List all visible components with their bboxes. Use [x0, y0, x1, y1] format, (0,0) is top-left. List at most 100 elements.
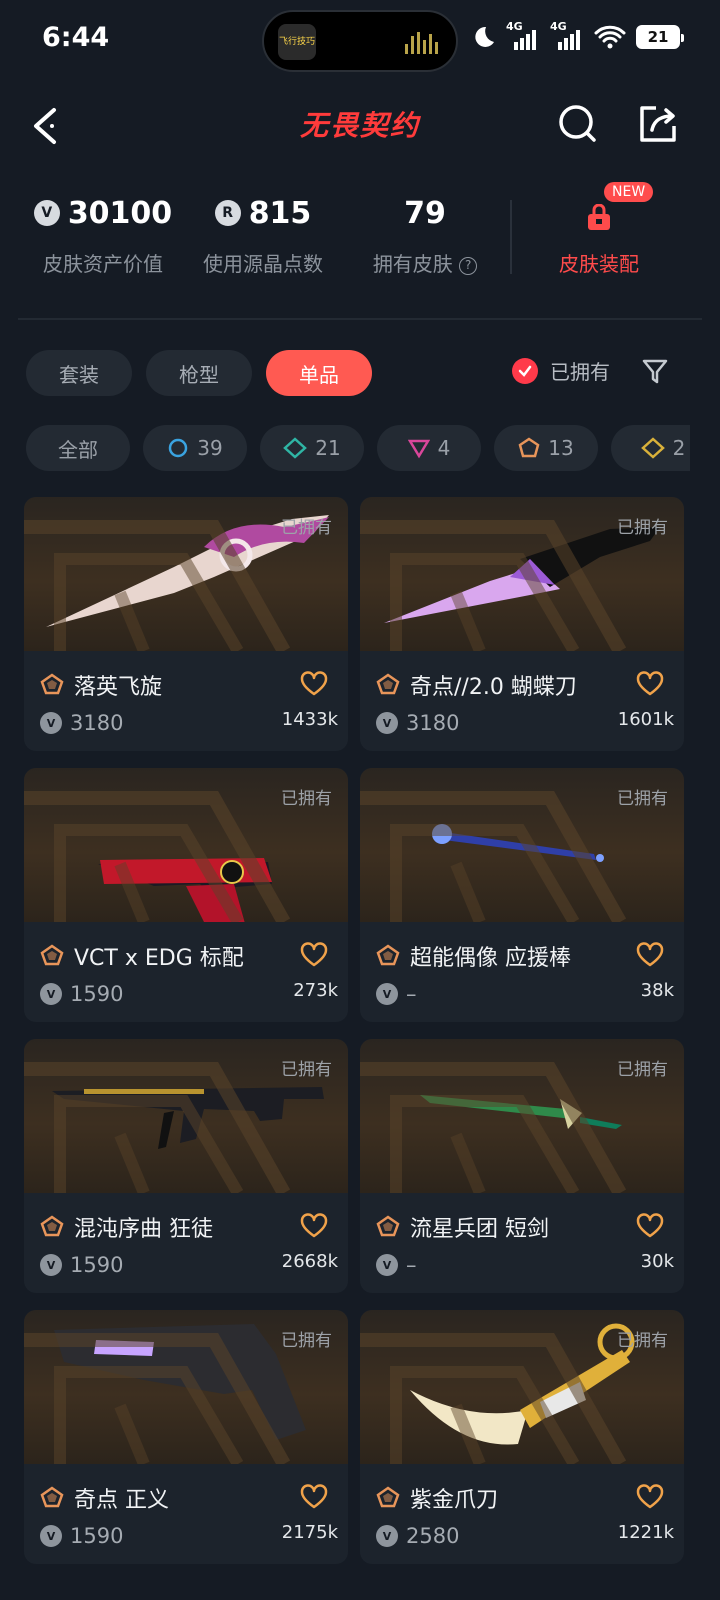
owned-tag: 已拥有	[617, 518, 668, 538]
page-title: 无畏契约	[299, 109, 420, 142]
heart-icon[interactable]	[300, 671, 328, 697]
skin-price: V 1590	[40, 1253, 123, 1277]
checkbox-checked-icon	[512, 357, 538, 384]
wifi-icon	[594, 25, 626, 49]
exclusive-tier-icon	[376, 1215, 400, 1237]
tab-bundle[interactable]: 套装	[26, 350, 132, 396]
chip-exclusive-tier[interactable]: 13	[494, 425, 598, 471]
like-count: 2175k	[281, 1522, 338, 1543]
exclusive-tier-icon	[40, 1215, 64, 1237]
owned-skins-stat[interactable]: 79 拥有皮肤 ?	[340, 190, 510, 277]
stats-bar: V 30100 皮肤资产价值 R 815 使用源晶点数 79 拥有皮肤 ? NEW …	[0, 182, 720, 300]
valorant-points-icon: V	[376, 712, 398, 734]
filter-icon[interactable]	[640, 356, 670, 386]
heart-icon[interactable]	[300, 1213, 328, 1239]
owned-tag: 已拥有	[617, 1331, 668, 1351]
valorant-points-icon: V	[33, 200, 60, 226]
valorant-points-icon: V	[376, 1525, 398, 1547]
owned-tag: 已拥有	[617, 1060, 668, 1080]
like-count: 1221k	[617, 1522, 674, 1543]
audio-bars-icon	[405, 32, 438, 54]
tier-filter-chips: 全部 39 21 4 13 2	[26, 425, 690, 471]
moon-icon	[475, 26, 494, 47]
premium-tier-icon	[407, 439, 430, 459]
skin-name: 超能偶像 应援棒	[410, 946, 571, 971]
skin-price: V –	[376, 1253, 417, 1277]
chip-ultra-tier[interactable]: 2	[611, 425, 690, 471]
chip-premium-tier[interactable]: 4	[377, 425, 481, 471]
island-app-icon: 飞行技巧	[278, 24, 316, 60]
cell-signal-icon-2: 4G	[550, 20, 584, 52]
skin-card[interactable]: 已拥有奇点 正义 V 1590 2175k	[24, 1310, 348, 1564]
chip-select-tier[interactable]: 39	[143, 425, 247, 471]
owned-tag: 已拥有	[281, 518, 332, 538]
skin-name: 落英飞旋	[74, 675, 163, 700]
skin-card[interactable]: 已拥有 奇点//2.0 蝴蝶刀 V 3180 1601k	[360, 497, 684, 751]
new-badge: NEW	[604, 182, 654, 202]
like-count: 1433k	[281, 709, 338, 730]
skin-name: 混沌序曲 狂徒	[74, 1217, 213, 1242]
help-icon[interactable]: ?	[459, 256, 478, 275]
exclusive-tier-icon	[376, 944, 400, 966]
heart-icon[interactable]	[636, 1213, 664, 1239]
chip-all[interactable]: 全部	[26, 425, 130, 471]
skin-name: 流星兵团 短剑	[410, 1217, 549, 1242]
ultra-tier-icon	[640, 437, 665, 459]
app-header: 无畏契约	[0, 82, 720, 170]
like-count: 38k	[640, 980, 674, 1001]
heart-icon[interactable]	[636, 942, 664, 968]
deluxe-tier-icon	[283, 437, 308, 459]
exclusive-tier-icon	[40, 673, 64, 695]
share-icon[interactable]	[636, 102, 680, 146]
cell-signal-icon: 4G	[506, 20, 540, 52]
owned-tag: 已拥有	[281, 789, 332, 809]
battery-indicator: 21	[636, 25, 684, 49]
section-divider	[18, 318, 702, 320]
skin-price: V 3180	[40, 711, 123, 735]
like-count: 30k	[640, 1251, 674, 1272]
skin-card[interactable]: 已拥有紫金爪刀 V 2580 1221k	[360, 1310, 684, 1564]
owned-tag: 已拥有	[617, 789, 668, 809]
skin-name: 奇点 正义	[74, 1488, 169, 1513]
owned-tag: 已拥有	[281, 1060, 332, 1080]
status-time: 6:44	[42, 22, 110, 53]
skin-name: VCT x EDG 标配	[74, 946, 244, 971]
skin-price: V 1590	[40, 982, 123, 1006]
heart-icon[interactable]	[636, 1484, 664, 1510]
tab-weapon-type[interactable]: 枪型	[146, 350, 252, 396]
valorant-points-icon: V	[40, 983, 62, 1005]
skin-card[interactable]: 已拥有 超能偶像 应援棒 V – 38k	[360, 768, 684, 1022]
skin-name: 奇点//2.0 蝴蝶刀	[410, 675, 577, 700]
exclusive-tier-icon	[40, 1486, 64, 1508]
heart-icon[interactable]	[300, 1484, 328, 1510]
valorant-points-icon: V	[376, 1254, 398, 1276]
valorant-points-icon: V	[40, 1254, 62, 1276]
valorant-points-icon: V	[40, 712, 62, 734]
like-count: 1601k	[617, 709, 674, 730]
valorant-points-icon: V	[376, 983, 398, 1005]
skin-card[interactable]: 已拥有落英飞旋 V 3180 1433k	[24, 497, 348, 751]
skin-equip-button[interactable]: NEW 皮肤装配	[540, 182, 658, 277]
heart-icon[interactable]	[636, 671, 664, 697]
skin-card[interactable]: 已拥有 VCT x EDG 标配 V 1590 273k	[24, 768, 348, 1022]
skin-card[interactable]: 已拥有流星兵团 短剑 V – 30k	[360, 1039, 684, 1293]
heart-icon[interactable]	[300, 942, 328, 968]
wardrobe-icon	[588, 204, 610, 230]
valorant-points-icon: V	[40, 1525, 62, 1547]
skin-price: V 1590	[40, 1524, 123, 1548]
exclusive-tier-icon	[376, 1486, 400, 1508]
skin-card[interactable]: 已拥有 混沌序曲 狂徒 V 1590 2668k	[24, 1039, 348, 1293]
radianite-stat: R 815 使用源晶点数	[203, 195, 323, 277]
asset-value-stat: V 30100 皮肤资产价值	[18, 190, 188, 277]
skin-price: V 2580	[376, 1524, 459, 1548]
category-tabs: 套装 枪型 单品	[26, 350, 372, 396]
skin-name: 紫金爪刀	[410, 1488, 499, 1513]
exclusive-tier-icon	[40, 944, 64, 966]
dynamic-island[interactable]: 飞行技巧	[262, 10, 458, 72]
search-icon[interactable]	[556, 102, 600, 146]
radianite-icon: R	[214, 200, 241, 226]
tab-single-item[interactable]: 单品	[266, 350, 372, 396]
chip-deluxe-tier[interactable]: 21	[260, 425, 364, 471]
owned-tag: 已拥有	[281, 1331, 332, 1351]
owned-filter-toggle[interactable]: 已拥有	[512, 356, 610, 385]
